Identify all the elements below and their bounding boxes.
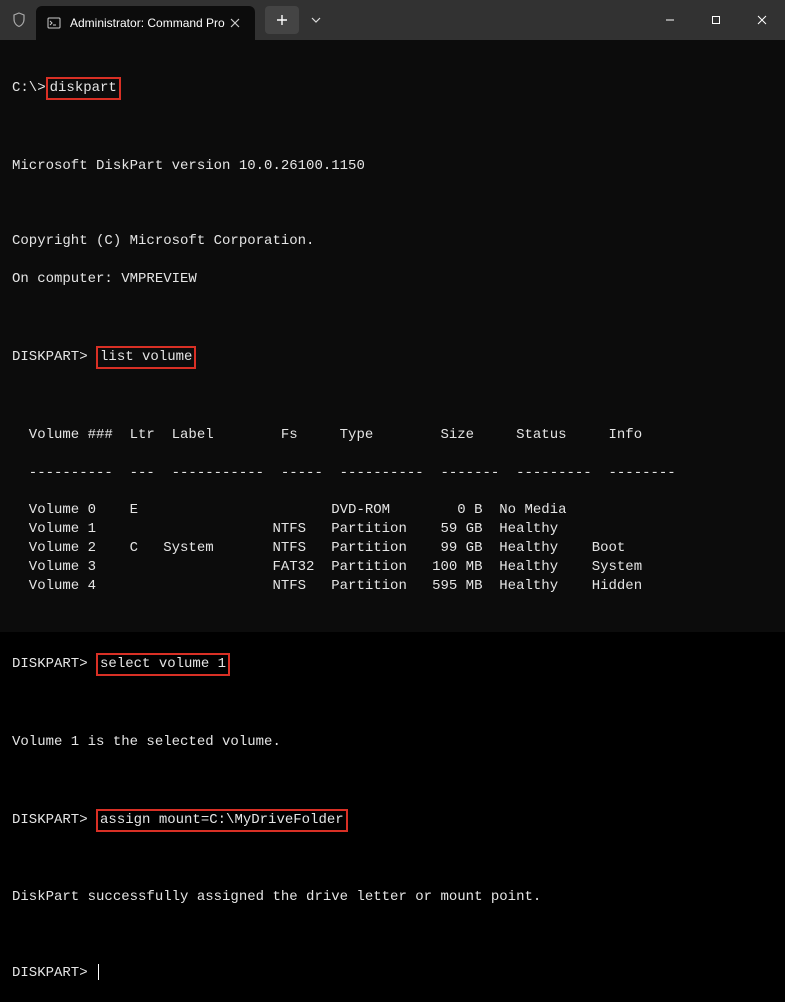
maximize-button[interactable] <box>693 0 739 40</box>
cursor <box>98 964 99 980</box>
terminal-icon <box>46 15 62 31</box>
table-row: Volume 2 C System NTFS Partition 99 GB H… <box>12 539 773 558</box>
command-select-volume: select volume 1 <box>96 653 230 676</box>
output-selected: Volume 1 is the selected volume. <box>12 733 773 752</box>
new-tab-button[interactable] <box>265 6 299 34</box>
window-controls <box>647 0 785 40</box>
titlebar: Administrator: Command Pro <box>0 0 785 40</box>
diskpart-prompt: DISKPART> <box>12 656 96 672</box>
command-list-volume: list volume <box>96 346 196 369</box>
diskpart-prompt: DISKPART> <box>12 812 96 828</box>
table-row: Volume 3 FAT32 Partition 100 MB Healthy … <box>12 558 773 577</box>
command-diskpart: diskpart <box>46 77 121 100</box>
table-divider: ---------- --- ----------- ----- -------… <box>12 464 773 483</box>
tab-close-button[interactable] <box>225 13 245 33</box>
tab-dropdown-button[interactable] <box>301 6 331 34</box>
shield-icon <box>10 11 28 29</box>
table-row: Volume 0 E DVD-ROM 0 B No Media <box>12 501 773 520</box>
table-row: Volume 4 NTFS Partition 595 MB Healthy H… <box>12 577 773 596</box>
output-success: DiskPart successfully assigned the drive… <box>12 888 773 907</box>
output-computer: On computer: VMPREVIEW <box>12 270 773 289</box>
diskpart-prompt: DISKPART> <box>12 965 96 981</box>
terminal-area[interactable]: C:\>diskpart Microsoft DiskPart version … <box>0 40 785 632</box>
command-assign-mount: assign mount=C:\MyDriveFolder <box>96 809 348 832</box>
table-header: Volume ### Ltr Label Fs Type Size Status… <box>12 426 773 445</box>
prompt: C:\> <box>12 80 46 96</box>
active-tab[interactable]: Administrator: Command Pro <box>36 6 255 40</box>
tab-title: Administrator: Command Pro <box>70 16 225 30</box>
output-version: Microsoft DiskPart version 10.0.26100.11… <box>12 157 773 176</box>
table-row: Volume 1 NTFS Partition 59 GB Healthy <box>12 520 773 539</box>
minimize-button[interactable] <box>647 0 693 40</box>
output-copyright: Copyright (C) Microsoft Corporation. <box>12 232 773 251</box>
close-button[interactable] <box>739 0 785 40</box>
diskpart-prompt: DISKPART> <box>12 349 96 365</box>
